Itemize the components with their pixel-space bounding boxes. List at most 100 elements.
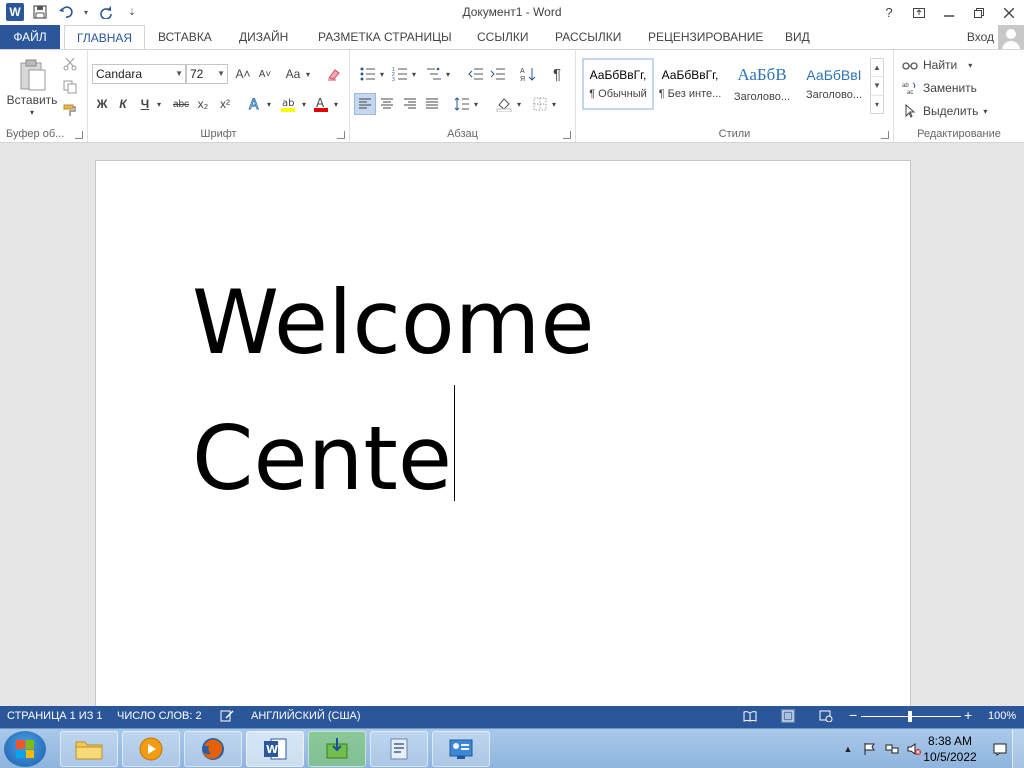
- sign-in-link[interactable]: Вход: [967, 25, 994, 49]
- scroll-down-icon[interactable]: ▼: [871, 77, 883, 96]
- bold-button[interactable]: Ж: [94, 93, 110, 115]
- align-right-icon[interactable]: [400, 93, 420, 115]
- document-line[interactable]: Cente: [192, 407, 452, 510]
- numbering-icon[interactable]: 123: [390, 63, 410, 85]
- network-icon[interactable]: [884, 741, 900, 757]
- restore-icon[interactable]: [964, 0, 994, 25]
- tab-insert[interactable]: ВСТАВКА: [146, 25, 224, 49]
- paragraph-launcher-icon[interactable]: [563, 131, 571, 139]
- tab-home[interactable]: ГЛАВНАЯ: [64, 25, 146, 50]
- tab-page-layout[interactable]: РАЗМЕТКА СТРАНИЦЫ: [306, 25, 464, 49]
- language-indicator[interactable]: АНГЛИЙСКИЙ (США): [251, 710, 361, 722]
- bullets-icon[interactable]: [358, 63, 378, 85]
- document-line[interactable]: Welcome: [192, 261, 595, 385]
- chevron-down-icon[interactable]: ▾: [265, 93, 273, 115]
- chevron-down-icon[interactable]: ▾: [550, 93, 558, 115]
- underline-button[interactable]: Ч: [137, 93, 153, 115]
- chevron-down-icon[interactable]: ▾: [332, 93, 340, 115]
- shading-icon[interactable]: [494, 93, 514, 115]
- styles-gallery-scroll[interactable]: ▲ ▼ ▾: [870, 58, 884, 114]
- tab-design[interactable]: ДИЗАЙН: [227, 25, 300, 49]
- print-layout-icon[interactable]: [781, 709, 795, 723]
- chevron-down-icon[interactable]: ▾: [444, 63, 452, 85]
- paste-dropdown-icon[interactable]: ▾: [24, 106, 40, 118]
- text-effects-icon[interactable]: A: [246, 93, 264, 115]
- change-case-button[interactable]: Aa: [282, 63, 304, 85]
- word-taskbar-icon[interactable]: W: [246, 731, 304, 767]
- tab-view[interactable]: ВИД: [773, 25, 822, 49]
- help-icon[interactable]: ?: [874, 0, 904, 25]
- installer-icon[interactable]: [308, 731, 366, 767]
- chevron-down-icon[interactable]: ▾: [155, 93, 163, 115]
- clipboard-launcher-icon[interactable]: [75, 131, 83, 139]
- file-explorer-icon[interactable]: [60, 731, 118, 767]
- styles-launcher-icon[interactable]: [881, 131, 889, 139]
- grow-font-button[interactable]: A˄: [234, 63, 252, 85]
- minimize-icon[interactable]: [934, 0, 964, 25]
- font-size-select[interactable]: 72 ▼: [186, 64, 228, 84]
- document-text[interactable]: Welcome Cente: [192, 261, 595, 521]
- page-count[interactable]: СТРАНИЦА 1 ИЗ 1: [7, 710, 103, 722]
- show-hidden-icons-icon[interactable]: ▲: [840, 741, 856, 757]
- close-icon[interactable]: [994, 0, 1024, 25]
- zoom-slider-thumb[interactable]: [908, 711, 912, 722]
- select-button[interactable]: Выделить ▾: [902, 102, 987, 120]
- find-button[interactable]: Найти ▾: [902, 56, 972, 74]
- chevron-down-icon[interactable]: ▾: [410, 63, 418, 85]
- control-panel-icon[interactable]: [432, 731, 490, 767]
- zoom-in-icon[interactable]: +: [964, 707, 972, 723]
- paste-icon[interactable]: [14, 56, 50, 94]
- tab-references[interactable]: ССЫЛКИ: [465, 25, 540, 49]
- more-styles-icon[interactable]: ▾: [871, 96, 883, 113]
- shrink-font-button[interactable]: A˅: [256, 63, 274, 85]
- superscript-button[interactable]: x²: [216, 93, 234, 115]
- chevron-down-icon[interactable]: ▾: [515, 93, 523, 115]
- chevron-down-icon[interactable]: ▾: [378, 63, 386, 85]
- replace-button[interactable]: ab ac Заменить: [902, 79, 977, 97]
- font-name-select[interactable]: Candara ▼: [92, 64, 186, 84]
- avatar[interactable]: [998, 25, 1024, 51]
- multilevel-list-icon[interactable]: [424, 63, 444, 85]
- proofing-icon[interactable]: [220, 709, 234, 723]
- sort-icon[interactable]: AЯ: [518, 63, 538, 85]
- ribbon-options-icon[interactable]: [904, 0, 934, 25]
- decrease-indent-icon[interactable]: [466, 63, 486, 85]
- word-count[interactable]: ЧИСЛО СЛОВ: 2: [117, 710, 202, 722]
- font-launcher-icon[interactable]: [337, 131, 345, 139]
- chevron-down-icon[interactable]: ▾: [304, 63, 312, 85]
- line-spacing-icon[interactable]: [452, 93, 472, 115]
- start-button[interactable]: [4, 731, 46, 767]
- web-layout-icon[interactable]: [819, 709, 833, 723]
- borders-icon[interactable]: [530, 93, 550, 115]
- align-left-icon[interactable]: [354, 93, 376, 115]
- scroll-up-icon[interactable]: ▲: [871, 59, 883, 78]
- italic-button[interactable]: К: [115, 93, 131, 115]
- align-center-icon[interactable]: [377, 93, 397, 115]
- zoom-level[interactable]: 100%: [988, 710, 1016, 722]
- style-no-spacing[interactable]: АаБбВвГг, ¶ Без инте...: [654, 58, 726, 110]
- tab-file[interactable]: ФАЙЛ: [0, 25, 60, 49]
- document-page[interactable]: Welcome Cente: [95, 160, 911, 720]
- strikethrough-button[interactable]: abc: [170, 93, 192, 115]
- document-area[interactable]: Welcome Cente: [0, 143, 1024, 720]
- show-desktop-button[interactable]: [1012, 729, 1024, 768]
- zoom-out-icon[interactable]: −: [849, 707, 857, 723]
- style-heading-1[interactable]: АаБбВ Заголово...: [726, 58, 798, 110]
- firefox-icon[interactable]: [184, 731, 242, 767]
- system-clock[interactable]: 8:38 AM 10/5/2022: [920, 733, 980, 765]
- subscript-button[interactable]: x₂: [194, 93, 212, 115]
- chevron-down-icon[interactable]: ▾: [300, 93, 308, 115]
- show-marks-button[interactable]: ¶: [548, 63, 566, 85]
- tab-mailings[interactable]: РАССЫЛКИ: [543, 25, 633, 49]
- action-center-flag-icon[interactable]: [862, 741, 878, 757]
- document-app-icon[interactable]: [370, 731, 428, 767]
- chevron-down-icon[interactable]: ▾: [472, 93, 480, 115]
- media-player-icon[interactable]: [122, 731, 180, 767]
- copy-icon[interactable]: [60, 77, 80, 97]
- font-color-icon[interactable]: A: [312, 93, 330, 115]
- justify-icon[interactable]: [422, 93, 442, 115]
- cut-icon[interactable]: [60, 54, 80, 74]
- clear-formatting-icon[interactable]: [324, 63, 344, 85]
- notifications-icon[interactable]: [992, 741, 1008, 757]
- increase-indent-icon[interactable]: [488, 63, 508, 85]
